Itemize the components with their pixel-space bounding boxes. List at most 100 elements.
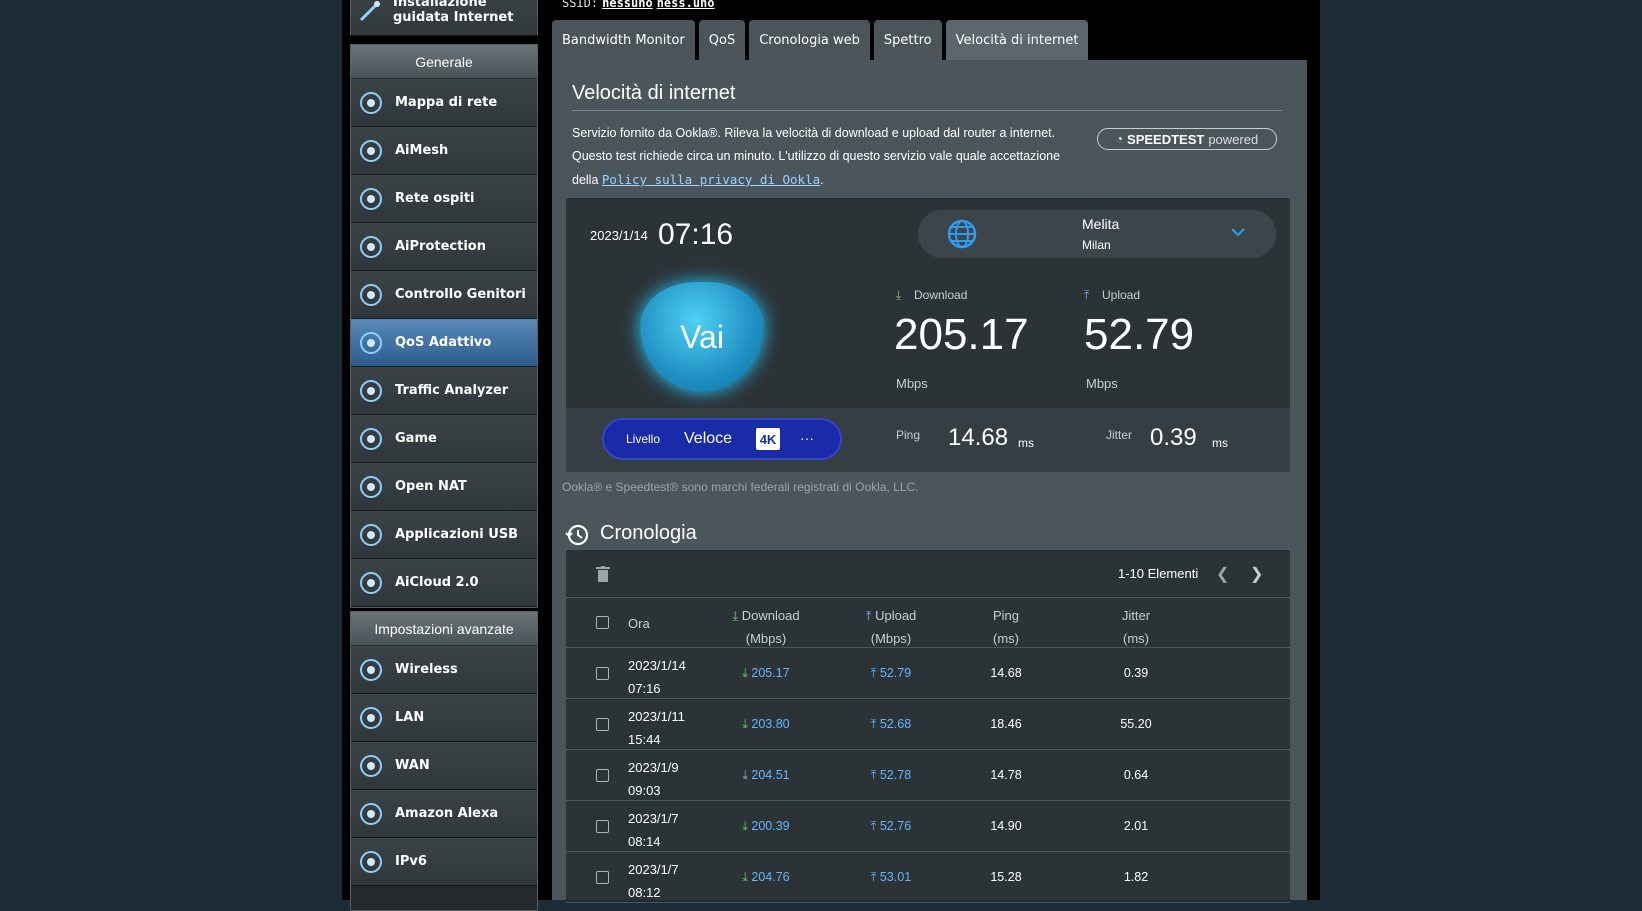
history-title: Cronologia [600,522,697,544]
row-download: ⤓ 204.51 [742,768,790,782]
wand-icon [357,0,383,25]
tab-internet-speed[interactable]: Velocità di internet [945,20,1089,60]
tab-spectrum[interactable]: Spettro [873,20,942,60]
sidebar-item-label: QoS Adattivo [395,335,492,350]
tab-bandwidth-monitor[interactable]: Bandwidth Monitor [552,20,695,60]
sidebar-item-network-map[interactable]: Mappa di rete [351,79,537,127]
trademark-note: Ookla® e Speedtest® sono marchi federali… [562,480,919,494]
quick-setup-item[interactable]: Installazione guidata Internet [351,0,537,36]
ssid-value-2[interactable]: ness.uno [657,0,715,10]
general-title: Generale [351,45,537,79]
desc-line-3: della [572,173,602,187]
row-date: 2023/1/9 [628,760,679,775]
chevron-right-icon[interactable]: ❯ [1250,564,1263,584]
header-download: ⤓ Download (Mbps) [732,608,800,646]
sidebar-item-open-nat[interactable]: Open NAT [351,463,537,511]
jitter-unit: ms [1212,436,1228,450]
row-upload: ⤒ 52.68 [870,717,912,731]
powered-label: powered [1208,131,1259,147]
chevron-left-icon[interactable]: ❮ [1216,564,1229,584]
row-datetime: 2023/1/9 09:03 [628,756,679,802]
gamepad-icon [357,425,385,453]
bottom-bar: Livello Veloce 4K ··· Ping 14.68 ms Jitt… [566,408,1290,472]
row-checkbox[interactable] [596,820,609,833]
row-upload-value: 52.78 [879,768,912,782]
sidebar-item-alexa[interactable]: Amazon Alexa [351,790,537,838]
row-download-value: 204.51 [751,768,790,782]
quick-setup-box[interactable]: Installazione guidata Internet [350,0,538,36]
row-upload: ⤒ 52.76 [870,819,912,833]
guest-network-icon [357,185,385,213]
table-body: 2023/1/14 07:16 ⤓ 205.17 ⤒ 52.79 14.68 0.39 20… [566,648,1290,903]
history-table: 1-10 Elementi ❮ ❯ Ora ⤓ Download (Mbps) ⤒… [566,550,1290,903]
tab-qos[interactable]: QoS [698,20,746,60]
upload-icon: ⤒ [1084,288,1090,302]
trash-icon[interactable] [596,566,610,587]
sidebar-item-lan[interactable]: LAN [351,694,537,742]
speedtest-badge: ◔ SPEEDTEST powered [1097,128,1277,150]
globe-icon [946,218,980,257]
row-upload-value: 52.68 [879,717,912,731]
sidebar-item-label: Controllo Genitori [395,287,526,302]
advanced-menu: Impostazioni avanzate Wireless LAN WAN Amaz… [350,611,538,911]
sidebar-item-shield[interactable]: AiProtection [351,223,537,271]
ssid-value-1[interactable]: nessuno [602,0,653,10]
header-upload-label: Upload [875,608,917,623]
sidebar-item-cloud[interactable]: AiCloud 2.0 [351,559,537,607]
sidebar-item-ipv6[interactable]: IPv6 [351,838,537,886]
qos-icon [357,329,385,357]
row-download: ⤓ 203.80 [742,717,790,731]
jitter-label: Jitter [1106,428,1133,442]
header-time: Ora [628,616,650,631]
row-checkbox[interactable] [596,871,609,884]
row-jitter: 2.01 [1123,819,1149,833]
sidebar-item-guest-network[interactable]: Rete ospiti [351,175,537,223]
table-row: 2023/1/7 08:12 ⤓ 204.76 ⤒ 53.01 15.28 1.82 [566,852,1290,903]
ssid-label: SSID: [562,0,599,10]
4k-badge: 4K [756,428,780,450]
go-button[interactable]: Vai [640,282,764,392]
table-toolbar: 1-10 Elementi ❮ ❯ [566,550,1290,598]
sidebar-item-qos[interactable]: QoS Adattivo [351,319,537,367]
row-date: 2023/1/11 [628,709,685,724]
sidebar-item-label: Applicazioni USB [395,527,519,542]
aimesh-icon [357,137,385,165]
sidebar-item-label: Traffic Analyzer [395,383,509,398]
desc-line-2: Questo test richiede circa un minuto. L'… [572,149,1061,163]
row-checkbox[interactable] [596,667,609,680]
download-label: Download [914,288,968,302]
sidebar-item-wireless[interactable]: Wireless [351,646,537,694]
pagination-count: 1-10 Elementi [1118,566,1199,581]
parental-control-icon [357,281,385,309]
sidebar-item-traffic-analyzer[interactable]: Traffic Analyzer [351,367,537,415]
tab-web-history[interactable]: Cronologia web [749,20,870,60]
sidebar-item-label: Game [395,431,437,446]
alexa-icon [357,800,385,828]
privacy-link[interactable]: Policy sulla privacy di Ookla [602,172,820,187]
server-selector[interactable]: Melita Milan [918,210,1276,258]
level-pill[interactable]: Livello Veloce 4K ··· [602,418,842,460]
row-date: 2023/1/14 [628,658,686,673]
sidebar-item-aimesh[interactable]: AiMesh [351,127,537,175]
row-ping: 18.46 [990,717,1022,731]
row-jitter: 55.20 [1120,717,1152,731]
sidebar-item-gamepad[interactable]: Game [351,415,537,463]
row-checkbox[interactable] [596,718,609,731]
more-icon[interactable]: ··· [800,430,814,446]
description: Servizio fornito da Ookla®. Rileva la ve… [572,122,1072,192]
row-upload-value: 53.01 [879,870,912,884]
row-checkbox[interactable] [596,769,609,782]
lan-icon [357,704,385,732]
header-jitter-label: Jitter [1121,608,1151,623]
row-time: 08:14 [628,834,661,849]
sidebar-item-label: Amazon Alexa [395,806,499,821]
sidebar-item-usb[interactable]: Applicazioni USB [351,511,537,559]
row-time: 15:44 [628,732,661,747]
select-all-checkbox[interactable] [596,616,609,629]
chevron-down-icon[interactable] [1230,224,1246,245]
sidebar-item-wan[interactable]: WAN [351,742,537,790]
wireless-icon [357,656,385,684]
jitter-value: 0.39 [1150,424,1197,451]
quick-setup-label: Installazione guidata Internet [393,0,514,25]
sidebar-item-parental-control[interactable]: Controllo Genitori [351,271,537,319]
